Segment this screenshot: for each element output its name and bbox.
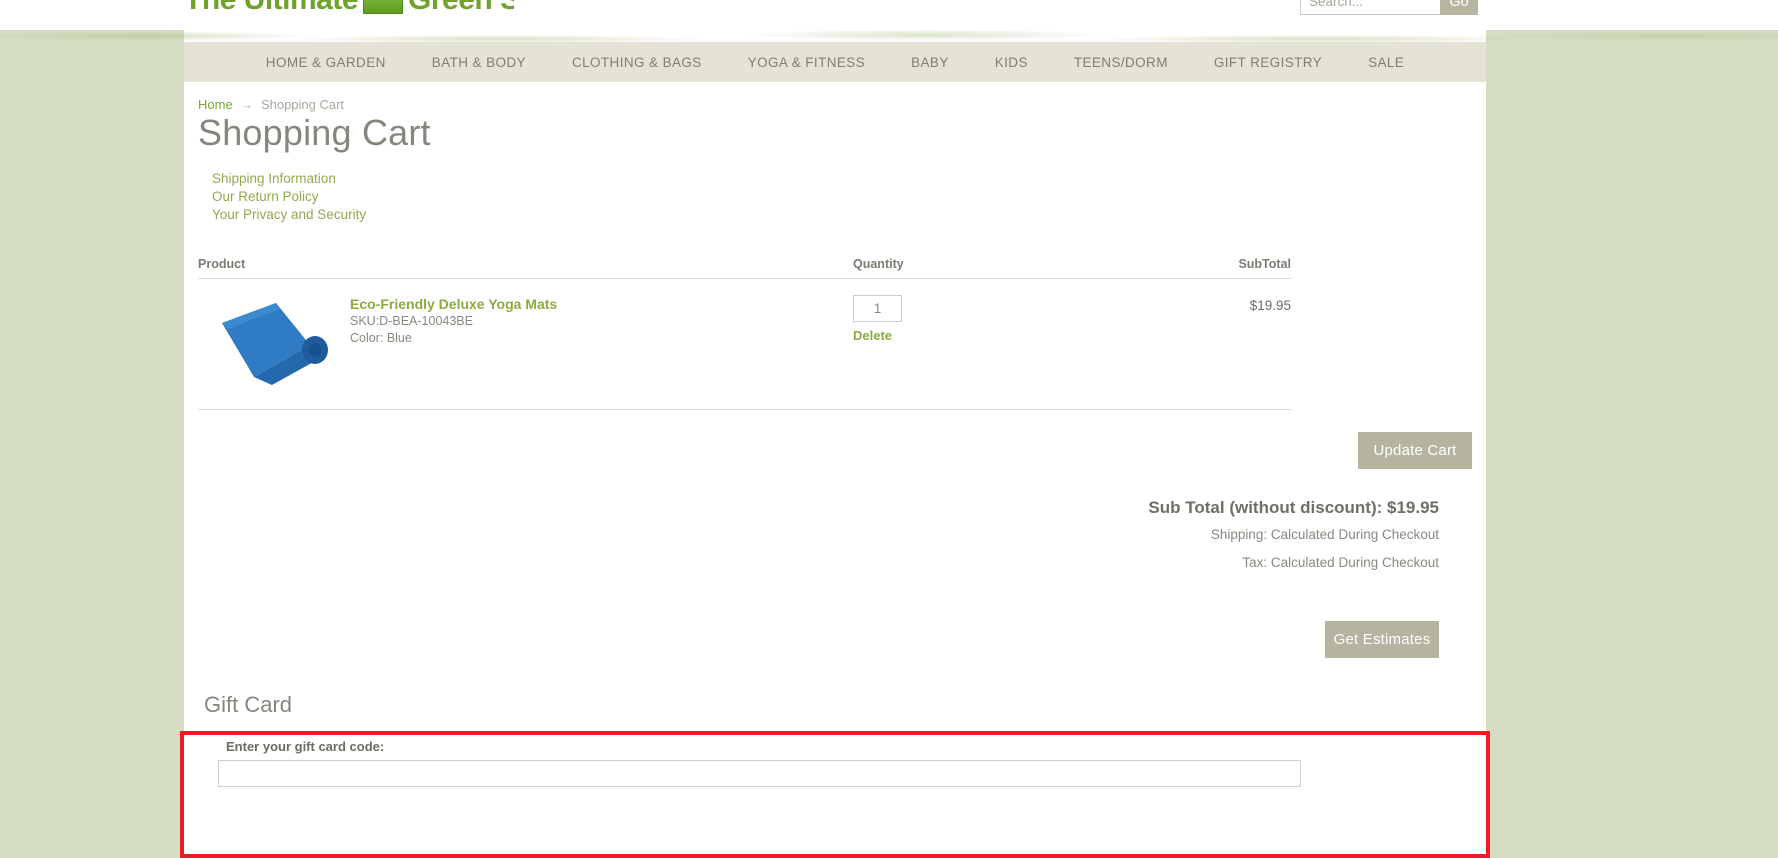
gift-card-label: Enter your gift card code: (226, 739, 385, 754)
product-color: Color: Blue (350, 331, 412, 345)
order-totals: Sub Total (without discount): $19.95 Shi… (839, 495, 1439, 577)
search-input[interactable] (1300, 0, 1440, 15)
cart-table: Product Quantity SubTotal Eco-Friendly D… (198, 257, 1291, 431)
tax-line: Tax: Calculated During Checkout (1242, 555, 1439, 570)
quantity-input[interactable] (853, 295, 902, 322)
page-title: Shopping Cart (198, 112, 431, 153)
gift-card-section: Gift Card Enter your gift card code: (198, 682, 1486, 802)
breadcrumb-separator: → (240, 97, 254, 112)
breadcrumb-current: Shopping Cart (260, 97, 345, 112)
nav-item-clothing-bags[interactable]: CLOTHING & BAGS (549, 55, 725, 70)
quantity-cell: Delete (853, 295, 902, 343)
column-header-product: Product (198, 257, 246, 271)
nav-item-yoga-fitness[interactable]: YOGA & FITNESS (725, 55, 888, 70)
nav-item-sale[interactable]: SALE (1345, 55, 1427, 70)
get-estimates-button[interactable]: Get Estimates (1325, 621, 1439, 658)
blue-yoga-mat-image[interactable] (214, 293, 332, 389)
logo-text-right: Green Store (408, 0, 514, 16)
nav-item-bath-body[interactable]: BATH & BODY (409, 55, 549, 70)
shipping-line: Shipping: Calculated During Checkout (1210, 527, 1439, 542)
cart-table-header: Product Quantity SubTotal (198, 257, 1291, 279)
site-logo[interactable]: The Ultimate Green Store (184, 0, 514, 16)
nav-item-kids[interactable]: KIDS (972, 55, 1051, 70)
nav-item-baby[interactable]: BABY (888, 55, 972, 70)
nav-item-home-garden[interactable]: HOME & GARDEN (243, 55, 409, 70)
breadcrumb-home-link[interactable]: Home (198, 97, 233, 112)
logo-text-left: The Ultimate (184, 0, 359, 16)
page-container: The Ultimate Green Store Go HOME & GARDE… (184, 0, 1486, 858)
product-name-link[interactable]: Eco-Friendly Deluxe Yoga Mats (350, 295, 557, 313)
product-info: Eco-Friendly Deluxe Yoga Mats SKU:D-BEA-… (350, 295, 557, 347)
delete-item-link[interactable]: Delete (853, 328, 902, 343)
nav-item-teens-dorm[interactable]: TEENS/DORM (1051, 55, 1191, 70)
cart-bottom-divider (198, 409, 1291, 410)
gift-card-title: Gift Card (204, 692, 293, 717)
link-privacy-security[interactable]: Your Privacy and Security (212, 206, 366, 224)
search-bar: Go (1300, 0, 1478, 15)
gift-card-code-input[interactable] (218, 760, 1301, 787)
product-sku: SKU:D-BEA-10043BE (350, 314, 473, 328)
link-return-policy[interactable]: Our Return Policy (212, 188, 366, 206)
policy-links-list: Shipping Information Our Return Policy Y… (212, 170, 366, 224)
green-box-icon (363, 0, 404, 14)
column-header-quantity: Quantity (853, 257, 904, 271)
search-go-button[interactable]: Go (1440, 0, 1478, 15)
breadcrumb: Home → Shopping Cart (198, 97, 344, 112)
main-navigation: HOME & GARDEN BATH & BODY CLOTHING & BAG… (184, 42, 1486, 82)
row-subtotal-value: $19.95 (1249, 298, 1291, 313)
column-header-subtotal: SubTotal (1238, 257, 1291, 271)
update-cart-button[interactable]: Update Cart (1358, 432, 1472, 469)
sub-total-line: Sub Total (without discount): $19.95 (1148, 498, 1439, 517)
link-shipping-information[interactable]: Shipping Information (212, 170, 366, 188)
nav-item-gift-registry[interactable]: GIFT REGISTRY (1191, 55, 1345, 70)
